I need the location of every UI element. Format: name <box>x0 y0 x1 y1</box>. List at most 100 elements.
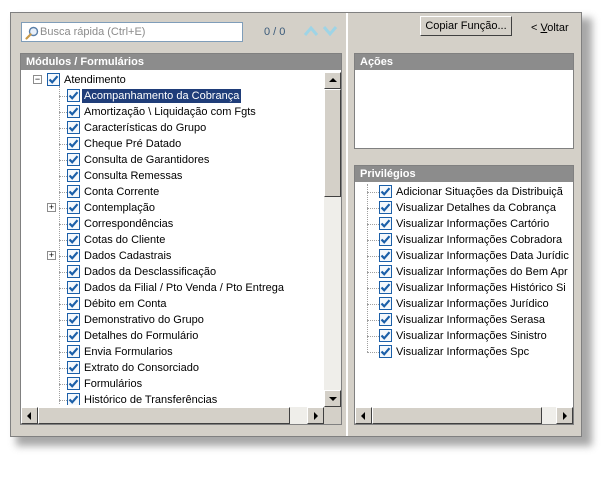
tree-guide-line <box>59 112 67 113</box>
checkbox-checked-icon[interactable] <box>379 265 392 278</box>
arrow-right-icon <box>563 412 567 420</box>
privilege-row[interactable]: Visualizar Informações Cobradora <box>355 232 571 248</box>
privilege-label: Visualizar Informações Cartório <box>396 218 550 230</box>
checkbox-checked-icon[interactable] <box>67 377 80 390</box>
tree-row[interactable]: Extrato do Consorciado <box>21 360 324 376</box>
tree-row[interactable]: + Dados Cadastrais <box>21 248 324 264</box>
scroll-corner <box>324 407 341 424</box>
scroll-thumb[interactable] <box>324 89 341 197</box>
scroll-left-button[interactable] <box>21 407 38 424</box>
tree-row-root[interactable]: − Atendimento <box>21 72 324 88</box>
privilege-row[interactable]: Visualizar Informações Jurídico <box>355 296 571 312</box>
checkbox-checked-icon[interactable] <box>67 393 80 405</box>
checkbox-checked-icon[interactable] <box>379 185 392 198</box>
checkbox-checked-icon[interactable] <box>379 281 392 294</box>
tree-row[interactable]: Débito em Conta <box>21 296 324 312</box>
privilege-row[interactable]: Visualizar Informações Cartório <box>355 216 571 232</box>
modules-horizontal-scrollbar[interactable] <box>21 407 324 424</box>
collapse-icon[interactable]: − <box>33 75 42 84</box>
tree-guide-line <box>367 320 379 321</box>
tree-node-label: Consulta Remessas <box>84 170 183 182</box>
privilege-row[interactable]: Visualizar Informações do Bem Apr <box>355 264 571 280</box>
scroll-up-button[interactable] <box>324 72 341 89</box>
privilege-label: Visualizar Informações Serasa <box>396 314 545 326</box>
checkbox-checked-icon[interactable] <box>67 105 80 118</box>
tree-row[interactable]: Consulta de Garantidores <box>21 152 324 168</box>
checkbox-checked-icon[interactable] <box>67 249 80 262</box>
tree-guide-line <box>59 240 67 241</box>
chevron-down-icon[interactable] <box>322 25 338 37</box>
priv-scroll-right-button[interactable] <box>556 407 573 424</box>
checkbox-checked-icon[interactable] <box>67 153 80 166</box>
privilege-label: Visualizar Detalhes da Cobrança <box>396 202 556 214</box>
checkbox-checked-icon[interactable] <box>67 281 80 294</box>
checkbox-checked-icon[interactable] <box>379 345 392 358</box>
right-pane: Ações Privilégios Adicionar Situações da… <box>348 13 581 436</box>
tree-row[interactable]: + Contemplação <box>21 200 324 216</box>
tree-row[interactable]: Dados da Filial / Pto Venda / Pto Entreg… <box>21 280 324 296</box>
checkbox-checked-icon[interactable] <box>67 265 80 278</box>
checkbox-checked-icon[interactable] <box>67 233 80 246</box>
search-input[interactable] <box>40 24 238 40</box>
tree-node-label: Formulários <box>84 378 143 390</box>
checkbox-checked-icon[interactable] <box>67 329 80 342</box>
checkbox-checked-icon[interactable] <box>67 121 80 134</box>
privileges-horizontal-scrollbar[interactable] <box>355 407 573 424</box>
privilege-row[interactable]: Visualizar Informações Sinistro <box>355 328 571 344</box>
checkbox-checked-icon[interactable] <box>379 233 392 246</box>
modules-vertical-scrollbar[interactable] <box>324 72 341 407</box>
privilege-row[interactable]: Visualizar Informações Histórico Si <box>355 280 571 296</box>
privilege-row[interactable]: Visualizar Detalhes da Cobrança <box>355 200 571 216</box>
checkbox-checked-icon[interactable] <box>67 169 80 182</box>
privilege-row[interactable]: Visualizar Informações Spc <box>355 344 571 360</box>
tree-guide-line <box>367 192 379 193</box>
chevron-up-icon[interactable] <box>303 25 319 37</box>
checkbox-checked-icon[interactable] <box>47 73 60 86</box>
checkbox-checked-icon[interactable] <box>379 313 392 326</box>
tree-row[interactable]: Acompanhamento da Cobrança <box>21 88 324 104</box>
expand-icon[interactable]: + <box>47 203 56 212</box>
scroll-down-button[interactable] <box>324 390 341 407</box>
checkbox-checked-icon[interactable] <box>67 217 80 230</box>
checkbox-checked-icon[interactable] <box>379 217 392 230</box>
tree-row[interactable]: Dados da Desclassificação <box>21 264 324 280</box>
checkbox-checked-icon[interactable] <box>67 297 80 310</box>
tree-row[interactable]: Detalhes do Formulário <box>21 328 324 344</box>
tree-row[interactable]: Cotas do Cliente <box>21 232 324 248</box>
checkbox-checked-icon[interactable] <box>379 329 392 342</box>
privilege-label: Visualizar Informações Data Jurídic <box>396 250 569 262</box>
tree-row[interactable]: Demonstrativo do Grupo <box>21 312 324 328</box>
tree-node-label: Correspondências <box>84 218 174 230</box>
left-pane: 0 / 0 Módulos / Formulários − Atendimento… <box>11 13 347 436</box>
tree-row[interactable]: Correspondências <box>21 216 324 232</box>
tree-row[interactable]: Consulta Remessas <box>21 168 324 184</box>
hscroll-thumb[interactable] <box>38 407 290 424</box>
tree-row[interactable]: Histórico de Transferências <box>21 392 324 405</box>
checkbox-checked-icon[interactable] <box>67 201 80 214</box>
search-box[interactable] <box>21 22 243 42</box>
tree-row[interactable]: Amortização \ Liquidação com Fgts <box>21 104 324 120</box>
tree-row[interactable]: Conta Corrente <box>21 184 324 200</box>
checkbox-checked-icon[interactable] <box>379 297 392 310</box>
privilege-row[interactable]: Adicionar Situações da Distribuiçã <box>355 184 571 200</box>
privilege-row[interactable]: Visualizar Informações Serasa <box>355 312 571 328</box>
scroll-right-button[interactable] <box>307 407 324 424</box>
checkbox-checked-icon[interactable] <box>67 313 80 326</box>
tree-row[interactable]: Características do Grupo <box>21 120 324 136</box>
checkbox-checked-icon[interactable] <box>379 249 392 262</box>
checkbox-checked-icon[interactable] <box>67 345 80 358</box>
tree-guide-line <box>59 304 67 305</box>
priv-scroll-left-button[interactable] <box>355 407 372 424</box>
tree-row[interactable]: Envia Formularios <box>21 344 324 360</box>
checkbox-checked-icon[interactable] <box>67 185 80 198</box>
tree-guide-line <box>367 272 379 273</box>
tree-row[interactable]: Cheque Pré Datado <box>21 136 324 152</box>
checkbox-checked-icon[interactable] <box>67 137 80 150</box>
priv-hscroll-thumb[interactable] <box>372 407 542 424</box>
privilege-row[interactable]: Visualizar Informações Data Jurídic <box>355 248 571 264</box>
checkbox-checked-icon[interactable] <box>67 89 80 102</box>
checkbox-checked-icon[interactable] <box>379 201 392 214</box>
checkbox-checked-icon[interactable] <box>67 361 80 374</box>
expand-icon[interactable]: + <box>47 251 56 260</box>
tree-row[interactable]: Formulários <box>21 376 324 392</box>
